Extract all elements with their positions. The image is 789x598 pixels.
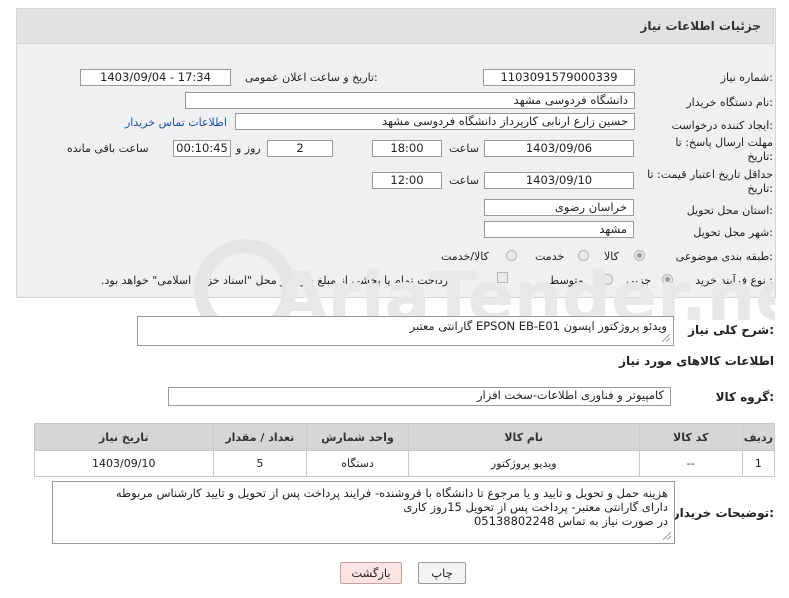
treasury-payment-checkbox[interactable] <box>497 272 508 283</box>
resize-grip-icon[interactable] <box>662 334 670 342</box>
page-title: جزئیات اطلاعات نیاز <box>640 19 761 33</box>
price-validity-time-field: 12:00 <box>372 172 442 189</box>
city-field: مشهد <box>484 221 634 238</box>
reply-days-field: 2 <box>267 140 333 157</box>
buyer-notes-label: توضیحات خریدار: <box>672 506 774 520</box>
requester-label: ایجاد کننده درخواست: <box>671 119 773 132</box>
col-row-header: ردیف <box>741 423 776 451</box>
reply-deadline-label-2: تاریخ: <box>747 150 773 163</box>
col-date-header: تاریخ نیاز <box>34 423 214 451</box>
process-medium-radio[interactable] <box>602 274 613 285</box>
price-validity-date-field: 1403/09/10 <box>484 172 634 189</box>
remaining-time-field: 00:10:45 <box>173 140 231 157</box>
goods-section-title: اطلاعات کالاهای مورد نیاز <box>619 354 774 368</box>
cell-unit: دستگاه <box>306 450 409 477</box>
cell-code: -- <box>638 450 743 477</box>
announce-datetime-label: تاریخ و ساعت اعلان عمومی: <box>245 71 378 84</box>
purchase-process-label: نوع فرآیند خرید : <box>695 274 773 287</box>
province-field: خراسان رضوی <box>484 199 634 216</box>
reply-deadline-label: مهلت ارسال پاسخ: تا <box>675 136 773 149</box>
process-medium-label: متوسط <box>549 274 584 287</box>
reply-deadline-time-field: 18:00 <box>372 140 442 157</box>
price-validity-label-2: تاریخ: <box>747 182 773 195</box>
col-unit-header: واحد شمارش <box>306 423 409 451</box>
reply-deadline-date-field: 1403/09/06 <box>484 140 634 157</box>
col-code-header: کد کالا <box>638 423 743 451</box>
table-row: 1 -- ویدیو پروژکتور دستگاه 5 1403/09/10 <box>34 450 776 477</box>
cell-row: 1 <box>741 450 776 477</box>
requester-field: حسین زارع ارنابی کارپرداز دانشگاه فردوسی… <box>235 113 635 130</box>
cell-qty: 5 <box>212 450 308 477</box>
buyer-org-label: نام دستگاه خریدار: <box>686 96 773 109</box>
summary-textarea[interactable]: ویدئو پروژکتور اپسون EPSON EB-E01 گارانت… <box>137 316 674 346</box>
cell-name: ویدیو پروژکتور <box>407 450 640 477</box>
buyer-org-field: دانشگاه فردوسی مشهد <box>185 92 635 109</box>
cell-date: 1403/09/10 <box>34 450 214 477</box>
summary-label: شرح کلی نیاز: <box>688 323 774 337</box>
remaining-time-label: ساعت باقی مانده <box>67 142 149 155</box>
need-number-field: 1103091579000339 <box>483 69 635 86</box>
category-label: طبقه بندی موضوعی: <box>675 250 773 263</box>
goods-group-field: کامپیوتر و فناوری اطلاعات-سخت افزار <box>168 387 671 406</box>
col-qty-header: تعداد / مقدار <box>212 423 308 451</box>
category-service-label: خدمت <box>535 250 565 263</box>
process-minor-label: جزیی <box>626 274 652 287</box>
announce-datetime-field: 1403/09/04 - 17:34 <box>80 69 231 86</box>
need-number-label: شماره نیاز: <box>720 71 773 84</box>
print-button[interactable]: چاپ <box>418 562 466 584</box>
resize-grip-icon[interactable] <box>663 532 671 540</box>
category-goods-label: کالا <box>604 250 619 263</box>
buyer-contact-link[interactable]: اطلاعات تماس خریدار <box>125 116 227 129</box>
table-header-row: ردیف کد کالا نام کالا واحد شمارش تعداد /… <box>34 423 776 451</box>
panel-titlebar: جزئیات اطلاعات نیاز <box>16 8 774 44</box>
category-service-radio[interactable] <box>578 250 589 261</box>
buyer-notes-textarea[interactable]: هزینه حمل و تحویل و تایید و یا مرجوع تا … <box>52 481 675 544</box>
treasury-payment-note: پرداخت تمام یا بخشی از مبلغ خرید،از محل … <box>101 274 452 287</box>
back-button[interactable]: بازگشت <box>340 562 402 584</box>
category-goods-service-label: کالا/خدمت <box>441 250 489 263</box>
goods-group-label: گروه کالا: <box>715 390 774 404</box>
buyer-notes-line-3: در صورت نیاز به تماس 05138802248 <box>473 514 668 528</box>
col-name-header: نام کالا <box>407 423 640 451</box>
category-goods-radio[interactable] <box>634 250 645 261</box>
city-label: شهر محل تحویل: <box>693 226 773 239</box>
reply-days-label: روز و <box>236 142 261 155</box>
price-validity-time-label: ساعت <box>449 174 479 187</box>
buyer-notes-line-1: هزینه حمل و تحویل و تایید و یا مرجوع تا … <box>115 486 668 500</box>
summary-text: ویدئو پروژکتور اپسون EPSON EB-E01 گارانت… <box>409 319 667 333</box>
reply-deadline-time-label: ساعت <box>449 142 479 155</box>
buyer-notes-line-2: دارای گارانتی معتبر- پرداخت پس از تحویل … <box>403 500 668 514</box>
category-goods-service-radio[interactable] <box>506 250 517 261</box>
province-label: استان محل تحویل: <box>686 204 773 217</box>
process-minor-radio[interactable] <box>662 274 673 285</box>
items-table: ردیف کد کالا نام کالا واحد شمارش تعداد /… <box>34 423 776 477</box>
price-validity-label: حداقل تاریخ اعتبار قیمت: تا <box>647 168 773 181</box>
